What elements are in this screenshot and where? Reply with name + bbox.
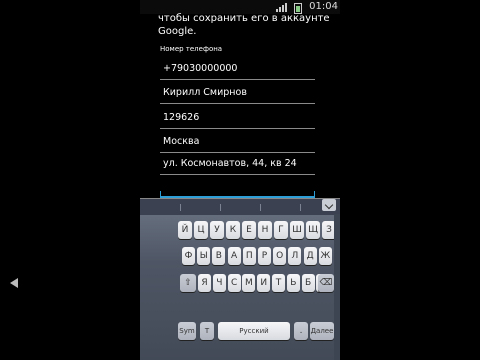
dot-key[interactable]: . bbox=[294, 322, 308, 340]
name-value: Кирилл Смирнов bbox=[163, 87, 247, 98]
key-row3[interactable]: Б bbox=[301, 274, 315, 292]
zip-field[interactable]: 129626 bbox=[160, 110, 315, 129]
zip-value: 129626 bbox=[163, 112, 200, 123]
phone-field[interactable]: +79030000000 bbox=[160, 61, 315, 80]
key-row1[interactable]: Ц bbox=[194, 221, 208, 239]
key-row3[interactable]: Я bbox=[198, 274, 211, 292]
key-row3[interactable]: Ч bbox=[212, 274, 226, 292]
arrow-left-icon[interactable] bbox=[10, 278, 18, 288]
key-row1[interactable]: Е bbox=[242, 221, 256, 239]
key-row2[interactable]: Ф bbox=[182, 247, 195, 265]
phone-label: Номер телефона bbox=[160, 45, 223, 53]
key-row1[interactable]: Г bbox=[274, 221, 288, 239]
keyboard-hide-icon[interactable] bbox=[322, 199, 336, 211]
street-field[interactable]: ул. Космонавтов, 44, кв 24 bbox=[160, 156, 315, 175]
phone-screen: 01:04 чтобы сохранить его в аккаунте Goo… bbox=[140, 0, 340, 360]
street-value: ул. Космонавтов, 44, кв 24 bbox=[163, 158, 297, 169]
key-row1[interactable]: Щ bbox=[306, 221, 320, 239]
key-row2[interactable]: О bbox=[273, 247, 287, 265]
phone-value: +79030000000 bbox=[163, 63, 238, 74]
next-key[interactable]: Далее bbox=[310, 322, 334, 340]
key-row1[interactable]: Ш bbox=[290, 221, 304, 239]
key-row2[interactable]: А bbox=[227, 247, 241, 265]
key-row3[interactable]: С bbox=[227, 274, 241, 292]
active-input-field[interactable] bbox=[160, 182, 315, 198]
city-field[interactable]: Москва bbox=[160, 134, 315, 153]
intro-text: чтобы сохранить его в аккаунте Google. bbox=[158, 13, 330, 37]
key-row2[interactable]: Л bbox=[288, 247, 302, 265]
key-row2[interactable]: Д bbox=[303, 247, 317, 265]
backspace-key[interactable]: ⌫ bbox=[318, 274, 334, 292]
name-field[interactable]: Кирилл Смирнов bbox=[160, 85, 315, 104]
keyboard-side-bar bbox=[334, 214, 340, 360]
space-key[interactable]: Русский bbox=[218, 322, 290, 340]
key-row1[interactable]: Н bbox=[258, 221, 272, 239]
key-row2[interactable]: В bbox=[212, 247, 226, 265]
symbols-key[interactable]: Sym bbox=[178, 322, 196, 340]
key-row2[interactable]: Р bbox=[258, 247, 271, 265]
key-row1[interactable]: Й bbox=[178, 221, 192, 239]
key-row1[interactable]: У bbox=[210, 221, 224, 239]
input-mode-key[interactable]: T bbox=[200, 322, 214, 340]
city-value: Москва bbox=[163, 136, 200, 147]
key-row3[interactable]: И bbox=[257, 274, 271, 292]
suggestion-strip bbox=[140, 198, 340, 215]
key-row2[interactable]: Ж bbox=[318, 247, 332, 265]
key-row2[interactable]: П bbox=[242, 247, 256, 265]
keyboard: ЙЦУКЕНГШЩЗХ ФЫВАПРОЛДЖЭ ЯЧСМИТЬБЮ ⇧ ⌫ Sy… bbox=[140, 198, 340, 360]
key-row3[interactable]: М bbox=[242, 274, 256, 292]
key-row3[interactable]: Т bbox=[272, 274, 285, 292]
shift-key[interactable]: ⇧ bbox=[180, 274, 196, 292]
key-row1[interactable]: К bbox=[226, 221, 240, 239]
signal-icon bbox=[276, 3, 287, 12]
key-row2[interactable]: Ы bbox=[197, 247, 211, 265]
key-row3[interactable]: Ь bbox=[286, 274, 300, 292]
